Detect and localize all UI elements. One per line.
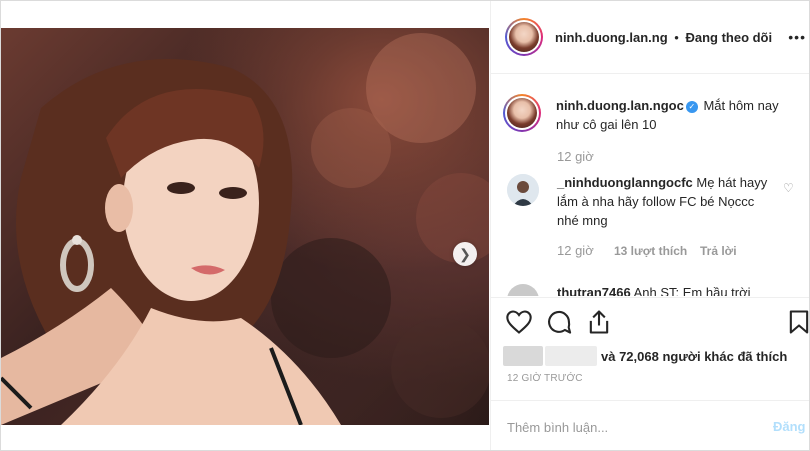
comment-text: Anh ST: Em hầu trời [633,285,751,296]
photo-illustration [1,33,489,425]
heart-icon[interactable] [505,308,533,336]
separator-dot: • [674,30,679,45]
caption-author-avatar[interactable] [503,94,541,132]
comment-icon[interactable] [545,308,573,336]
next-slide-button[interactable]: ❯ [453,242,477,266]
post-details-panel: ninh.duong.lan.ng • Đang theo dõi ••• ni… [490,1,810,450]
post-dialog: ❯ ninh.duong.lan.ng • Đang theo dõi ••• … [0,0,810,451]
follow-status-button[interactable]: Đang theo dõi [685,30,772,45]
reply-button[interactable]: Trả lời [700,244,737,258]
post-comment-button[interactable]: Đăng [773,419,806,434]
comment-like-heart-icon[interactable]: ♡ [783,181,794,195]
blurred-liker-name [503,346,543,366]
comment-likes-count[interactable]: 13 lượt thích [614,244,687,258]
post-header: ninh.duong.lan.ng • Đang theo dõi ••• [491,1,809,74]
likes-summary: và 72,068 người khác đã thích [503,345,787,367]
commenter-avatar[interactable] [507,284,539,296]
add-comment-section: Đăng [491,400,809,450]
comment: thutran7466 Anh ST: Em hầu trời [557,283,777,296]
ellipsis-icon[interactable]: ••• [788,29,806,45]
bookmark-icon[interactable] [785,308,810,336]
likes-count[interactable]: và 72,068 người khác đã thích [601,349,787,364]
comment-time[interactable]: 12 giờ [557,243,594,258]
comment-input[interactable] [505,415,769,439]
post-timestamp[interactable]: 12 GIỜ TRƯỚC [507,373,583,384]
comments-list[interactable]: ninh.duong.lan.ngoc ✓ Mắt hôm nay như cô … [491,74,809,296]
comment-username[interactable]: thutran7466 [557,285,631,296]
comment-username[interactable]: _ninhduonglanngocfc [557,175,693,190]
comment: _ninhduonglanngocfc Mẹ hát hayy lắm à nh… [557,173,777,230]
author-avatar[interactable] [505,18,543,56]
caption-username[interactable]: ninh.duong.lan.ngoc [556,98,684,113]
caption-time[interactable]: 12 giờ [557,149,594,164]
post-photo[interactable]: ❯ [1,28,489,425]
post-actions-bar [491,297,810,346]
blurred-liker-name [545,346,597,366]
chevron-right-icon: ❯ [459,245,471,262]
caption: ninh.duong.lan.ngoc ✓ Mắt hôm nay như cô … [556,96,796,134]
verified-badge-icon: ✓ [685,100,698,113]
share-icon[interactable] [585,308,613,336]
author-username[interactable]: ninh.duong.lan.ng [555,30,668,45]
commenter-avatar[interactable] [507,174,539,206]
